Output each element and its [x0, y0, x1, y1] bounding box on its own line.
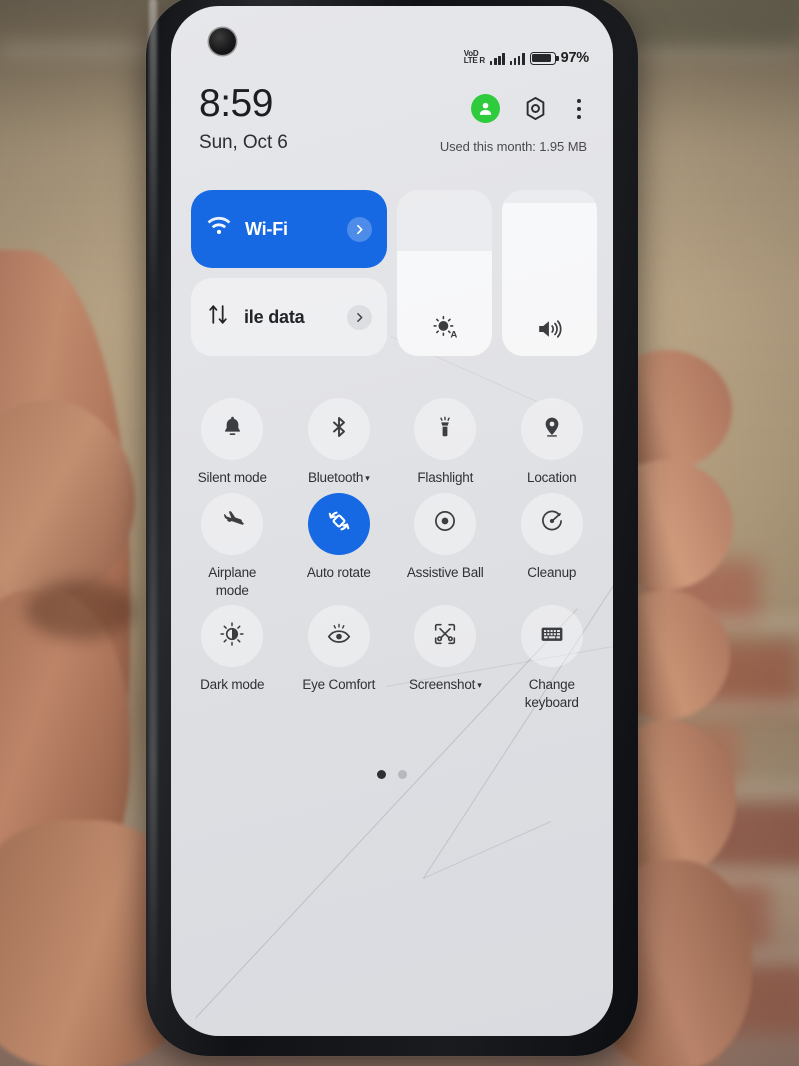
toggle-label: Cleanup: [527, 564, 577, 580]
assistive-ball-icon: [432, 508, 458, 539]
toggle-circle[interactable]: [520, 398, 583, 460]
svg-text:A: A: [450, 330, 457, 341]
toggle-circle[interactable]: [201, 605, 264, 668]
auto-rotate-icon: [324, 506, 354, 541]
bluetooth-icon: [327, 415, 351, 444]
toggle-circle[interactable]: [307, 492, 370, 555]
volte-line-2: LTE R: [463, 56, 485, 65]
data-transfer-icon: [206, 302, 231, 332]
primary-tiles: Wi-Fi ile data A: [191, 190, 597, 356]
screenshot-icon: [432, 621, 458, 652]
brightness-auto-icon: A: [397, 312, 492, 342]
toggle-circle[interactable]: [201, 492, 264, 555]
volte-icon: VoD LTE R: [463, 50, 485, 65]
toggle-label: Auto rotate: [306, 564, 371, 580]
signal-bars-icon-sim1: [489, 52, 505, 65]
toggle-circle[interactable]: [414, 492, 477, 555]
clock-date: Sun, Oct 6: [199, 132, 288, 153]
toggle-change-keyboard[interactable]: Change keyboard: [499, 605, 606, 712]
bell-silent-icon: [220, 414, 245, 444]
battery-percent-label: 97%: [560, 50, 590, 66]
toggle-dark-mode[interactable]: Dark mode: [179, 605, 286, 712]
toggle-cleanup[interactable]: Cleanup: [499, 492, 606, 600]
status-bar: VoD LTE R 97%: [464, 50, 589, 66]
toggle-label: Airplane mode: [208, 564, 257, 598]
toggle-bluetooth[interactable]: Bluetooth ▾: [286, 398, 393, 487]
wifi-tile[interactable]: Wi-Fi: [191, 190, 387, 268]
toggle-airplane-mode[interactable]: Airplane mode: [179, 492, 286, 600]
location-pin-icon: [540, 415, 564, 444]
toggle-label: Location: [527, 470, 577, 485]
toggle-label: Assistive Ball: [406, 564, 484, 580]
flashlight-icon: [433, 415, 457, 444]
toggle-circle[interactable]: [307, 398, 370, 460]
signal-bars-icon-sim2: [509, 52, 525, 65]
brightness-slider[interactable]: A: [397, 190, 492, 356]
phone-device: VoD LTE R 97% 8:59 Sun, Oct 6 Used this …: [146, 0, 638, 1056]
toggle-circle[interactable]: [414, 605, 477, 668]
three-dots-icon[interactable]: [571, 97, 587, 121]
clock-time: 8:59: [199, 82, 273, 125]
toggle-label: Dark mode: [200, 677, 265, 693]
data-usage-label: Used this month: 1.95 MB: [439, 139, 587, 154]
toggle-label: Change keyboard: [524, 677, 579, 711]
chevron-right-icon[interactable]: [347, 216, 372, 242]
page-indicator: [171, 770, 613, 779]
page-dot[interactable]: [398, 770, 407, 779]
toggle-label: Silent mode: [197, 470, 267, 485]
toggle-label: Eye Comfort: [302, 677, 376, 693]
page-dot-active[interactable]: [377, 770, 386, 779]
knuckle-shadow: [25, 580, 135, 640]
panel-header: 8:59 Sun, Oct 6 Used this month: 1.95 MB: [171, 84, 613, 154]
toggle-assistive-ball[interactable]: Assistive Ball: [392, 492, 499, 600]
chevron-right-icon[interactable]: [347, 304, 372, 330]
keyboard-icon: [539, 621, 565, 652]
toggle-screenshot[interactable]: Screenshot ▾: [392, 605, 499, 712]
wifi-icon: [206, 214, 232, 245]
airplane-icon: [219, 508, 245, 539]
mobile-data-tile[interactable]: ile data: [191, 278, 387, 356]
cleanup-icon: [539, 508, 565, 539]
eye-comfort-icon: [326, 621, 352, 652]
front-camera-punch-hole: [209, 28, 236, 55]
toggle-label: Screenshot ▾: [408, 677, 482, 693]
wifi-tile-label: Wi-Fi: [245, 218, 288, 239]
gear-icon[interactable]: [522, 95, 549, 122]
toggle-label: Bluetooth ▾: [307, 470, 370, 485]
toggle-eye-comfort[interactable]: Eye Comfort: [286, 605, 393, 712]
toggle-flashlight[interactable]: Flashlight: [392, 398, 499, 487]
toggle-label: Flashlight: [417, 470, 474, 485]
toggle-auto-rotate[interactable]: Auto rotate: [286, 492, 393, 600]
volume-icon: [502, 316, 597, 342]
toggle-circle[interactable]: [414, 398, 477, 460]
battery-icon: [529, 51, 559, 65]
dark-mode-icon: [219, 621, 245, 652]
phone-screen[interactable]: VoD LTE R 97% 8:59 Sun, Oct 6 Used this …: [171, 6, 613, 1036]
toggle-location[interactable]: Location: [499, 398, 606, 487]
user-avatar-icon[interactable]: [471, 94, 500, 123]
volume-slider[interactable]: [502, 190, 597, 356]
caret-down-icon[interactable]: ▾: [365, 473, 370, 485]
quick-toggles-grid: Silent mode Bluetooth ▾ Flashlight Locat…: [179, 398, 605, 712]
toggle-circle[interactable]: [201, 398, 264, 460]
toggle-circle[interactable]: [520, 605, 583, 668]
toggle-silent-mode[interactable]: Silent mode: [179, 398, 286, 487]
toggle-circle[interactable]: [307, 605, 370, 668]
caret-down-icon[interactable]: ▾: [477, 680, 482, 692]
toggle-circle[interactable]: [520, 492, 583, 555]
mobile-data-tile-label: ile data: [244, 306, 305, 327]
